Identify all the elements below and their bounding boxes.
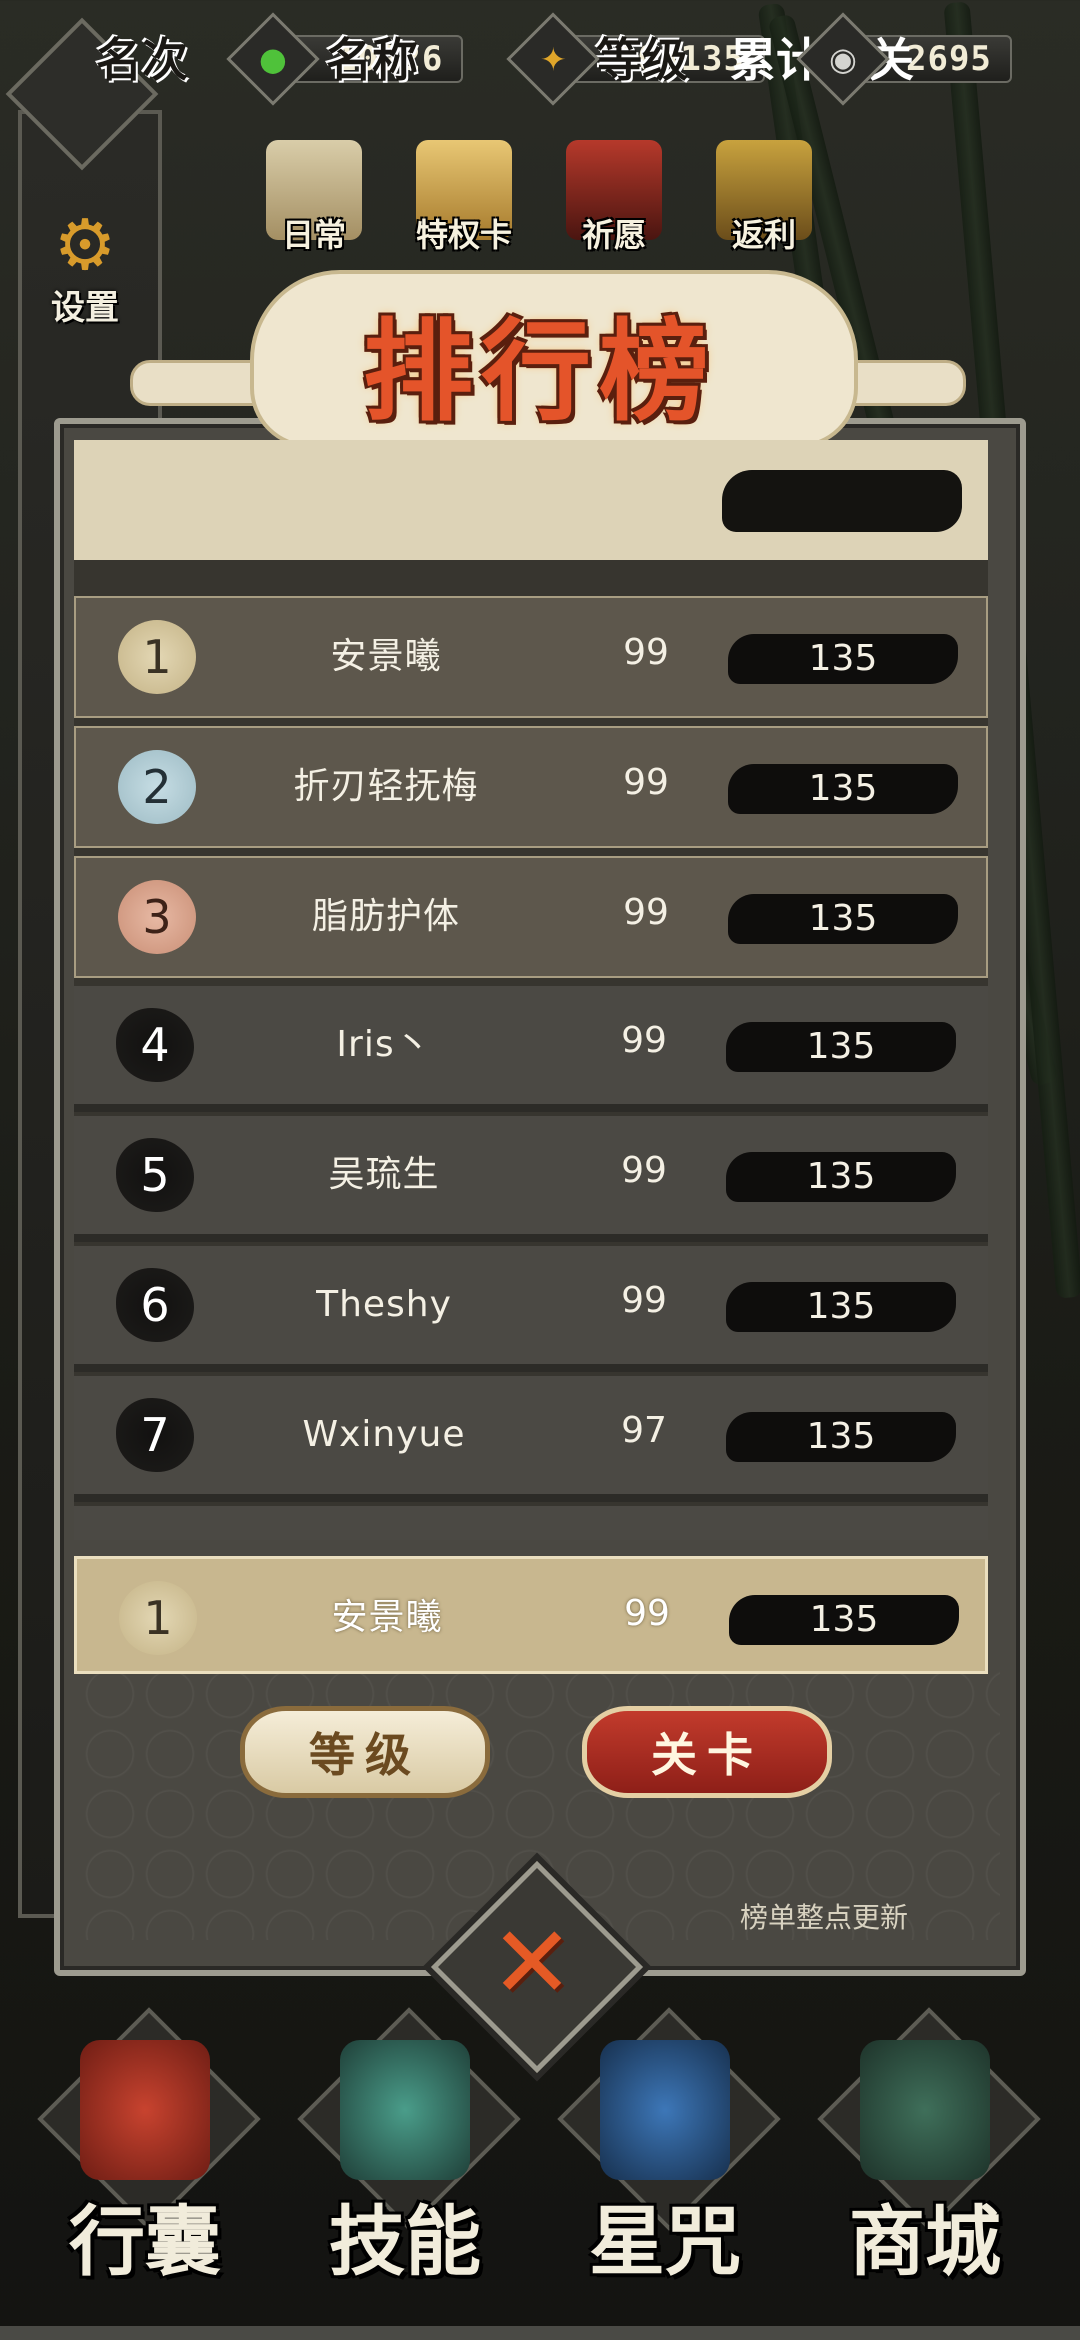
rank-badge: 6 <box>116 1268 194 1342</box>
table-row[interactable]: 2 折刃轻抚梅 99 135 <box>74 726 988 848</box>
privilege-card-button[interactable]: 特权卡 <box>404 140 524 256</box>
own-rank-row: 1 安景曦 99 135 <box>74 1556 988 1674</box>
player-stages: 135 <box>728 634 958 684</box>
bag-icon <box>80 2040 210 2180</box>
wish-button[interactable]: 祈愿 <box>554 140 674 256</box>
ranking-list[interactable]: 1 安景曦 99 135 2 折刃轻抚梅 99 135 3 脂肪护体 99 13… <box>74 560 988 1540</box>
bottom-nav: 行囊 技能 星咒 商城 <box>0 2007 1080 2340</box>
player-level: 97 <box>621 1410 667 1451</box>
player-stages: 135 <box>726 1152 956 1202</box>
table-row[interactable]: 1 安景曦 99 135 <box>74 596 988 718</box>
nav-shop[interactable]: 商城 <box>800 2007 1050 2286</box>
table-row[interactable]: 6 Theshy 99 135 <box>74 1246 988 1372</box>
player-stages: 135 <box>726 1022 956 1072</box>
rebate-label: 返利 <box>731 216 796 254</box>
player-stages: 135 <box>729 1595 959 1645</box>
player-level: 99 <box>624 1593 670 1634</box>
stage-tab-button[interactable]: 关卡 <box>582 1706 832 1798</box>
nav-star-spell-label: 星咒 <box>589 2197 741 2286</box>
nav-shop-label: 商城 <box>849 2197 1001 2286</box>
player-name: 吴琉生 <box>328 1154 440 1195</box>
nav-star-spell[interactable]: 星咒 <box>540 2007 790 2286</box>
table-row[interactable]: 7 Wxinyue 97 135 <box>74 1376 988 1502</box>
blade-icon <box>340 2040 470 2180</box>
player-name: 安景曦 <box>331 1597 443 1638</box>
panel-title: 排行榜 <box>363 307 717 436</box>
star-scroll-icon <box>600 2040 730 2180</box>
rank-badge: 1 <box>118 620 196 694</box>
nav-bag[interactable]: 行囊 <box>20 2007 270 2286</box>
player-level: 99 <box>621 1020 667 1061</box>
rebate-button[interactable]: 返利 <box>704 140 824 256</box>
player-name: 安景曦 <box>330 636 442 677</box>
player-stages: 135 <box>726 1282 956 1332</box>
shop-icon <box>860 2040 990 2180</box>
player-stages: 135 <box>728 764 958 814</box>
player-name: 脂肪护体 <box>311 896 460 937</box>
player-name: Wxinyue <box>302 1414 466 1455</box>
player-level: 99 <box>623 632 669 673</box>
player-level: 99 <box>623 762 669 803</box>
daily-button[interactable]: 日常 <box>254 140 374 256</box>
player-level: 99 <box>621 1150 667 1191</box>
table-row[interactable]: 5 吴琉生 99 135 <box>74 1116 988 1242</box>
nav-skills-label: 技能 <box>329 2197 481 2286</box>
header-ink-stroke <box>722 470 962 532</box>
gear-icon: ⚙ <box>53 204 117 286</box>
level-tab-button[interactable]: 等级 <box>240 1706 490 1798</box>
rank-badge: 7 <box>116 1398 194 1472</box>
bottom-bar <box>0 2326 1080 2340</box>
update-note: 榜单整点更新 <box>740 1901 909 1934</box>
header-name: 名称 <box>326 33 418 87</box>
player-stages: 135 <box>726 1412 956 1462</box>
daily-label: 日常 <box>281 216 346 254</box>
header-level: 等级 <box>596 33 688 87</box>
player-name: Iris丶 <box>336 1024 432 1065</box>
privilege-card-label: 特权卡 <box>415 216 512 254</box>
player-name: 折刃轻抚梅 <box>293 766 479 807</box>
header-rank: 名次 <box>96 33 188 87</box>
player-name: Theshy <box>316 1284 452 1325</box>
player-level: 99 <box>621 1280 667 1321</box>
table-row[interactable]: 4 Iris丶 99 135 <box>74 986 988 1112</box>
nav-skills[interactable]: 技能 <box>280 2007 530 2286</box>
player-level: 99 <box>623 892 669 933</box>
nav-bag-label: 行囊 <box>69 2197 221 2286</box>
rank-badge: 1 <box>119 1581 197 1655</box>
table-row[interactable] <box>74 1506 988 1540</box>
rank-badge: 4 <box>116 1008 194 1082</box>
wish-label: 祈愿 <box>581 216 646 254</box>
table-row[interactable]: 3 脂肪护体 99 135 <box>74 856 988 978</box>
close-x-icon[interactable]: ✕ <box>462 1892 602 2032</box>
rank-badge: 5 <box>116 1138 194 1212</box>
player-stages: 135 <box>728 894 958 944</box>
rank-badge: 2 <box>118 750 196 824</box>
rank-badge: 3 <box>118 880 196 954</box>
